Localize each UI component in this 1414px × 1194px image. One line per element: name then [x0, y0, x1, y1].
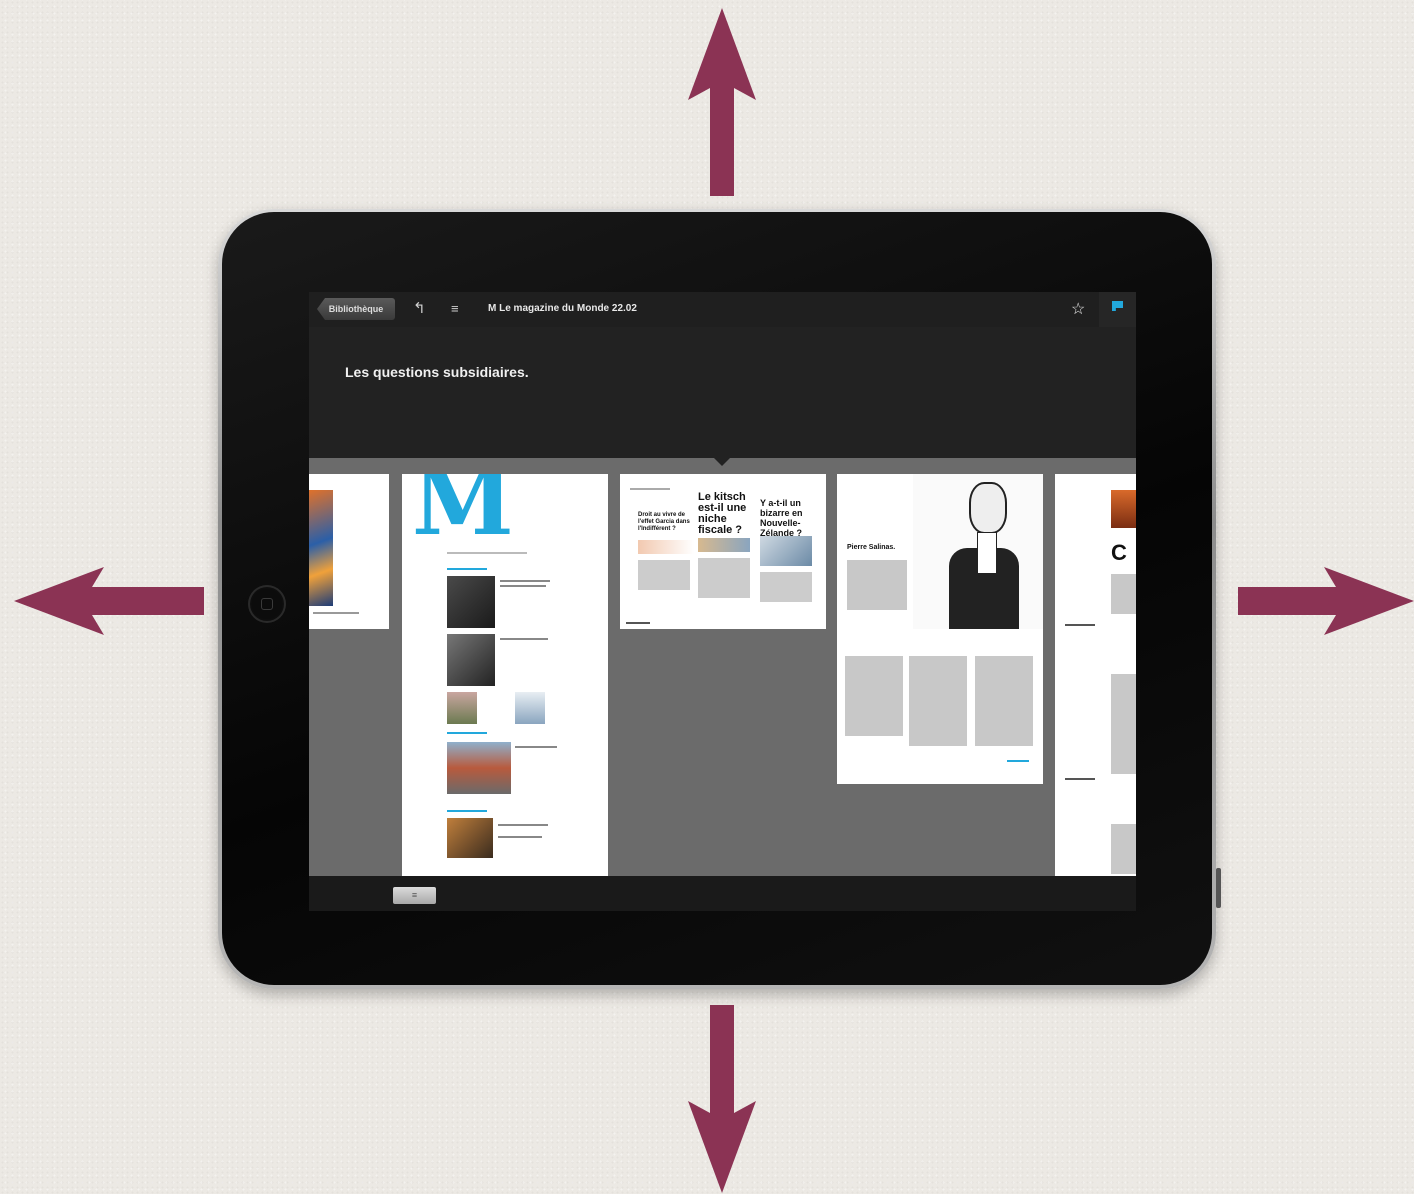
grid-button[interactable]: ≡ [393, 887, 436, 904]
library-back-button[interactable]: Bibliothèque [317, 298, 395, 320]
issue-title: M Le magazine du Monde 22.02 [488, 303, 637, 314]
page-image [698, 538, 750, 552]
toc-image [447, 742, 511, 794]
headline-nz: Y a-t-il un bizarre en Nouvelle-Zélande … [760, 498, 803, 538]
page-thumbnail[interactable]: M [402, 474, 608, 876]
arrow-right-icon [1238, 567, 1414, 635]
toc-image [447, 818, 493, 858]
headline-kitsch: Le kitsch est-il une niche fiscale ? [698, 491, 747, 536]
toc-image [447, 634, 495, 686]
page-thumbnail[interactable]: Pierre Salinas. [837, 474, 1043, 784]
arrow-down-icon [688, 1005, 756, 1193]
toc-image [515, 692, 545, 724]
page-letter: C [1111, 540, 1127, 565]
arrow-up-icon [688, 8, 756, 196]
magazine-logo: M [412, 474, 514, 556]
arrow-left-icon [14, 567, 204, 635]
star-icon[interactable]: ☆ [1071, 299, 1085, 319]
portrait-caption: Pierre Salinas. [847, 544, 896, 551]
toolbar: Bibliothèque ↰ ≡ M Le magazine du Monde … [309, 292, 1136, 328]
page-image [760, 536, 812, 566]
page-image [638, 540, 694, 554]
flag-button[interactable] [1099, 292, 1136, 327]
toc-image [447, 576, 495, 628]
home-button[interactable] [248, 585, 286, 623]
page-image [309, 490, 333, 606]
undo-icon[interactable]: ↰ [413, 301, 426, 317]
flag-icon [1112, 301, 1123, 311]
ipad-screen: Bibliothèque ↰ ≡ M Le magazine du Monde … [309, 292, 1136, 911]
headline-small: Droit au vivre de l'effet Garcia dans l'… [638, 512, 690, 532]
portrait-image [913, 474, 1043, 629]
current-page-pointer [714, 458, 730, 466]
bottom-bar: ≡ [309, 876, 1136, 911]
page-thumbnail[interactable] [309, 474, 389, 629]
page-image [1111, 490, 1136, 528]
toc-image [447, 692, 477, 724]
page-thumbnail[interactable]: C [1055, 474, 1136, 876]
list-icon[interactable]: ≡ [451, 301, 459, 317]
section-title: Les questions subsidiaires. [345, 364, 529, 380]
side-switch [1216, 868, 1221, 908]
page-thumbnail-current[interactable]: Droit au vivre de l'effet Garcia dans l'… [620, 474, 826, 629]
section-header: Les questions subsidiaires. [309, 327, 1136, 458]
